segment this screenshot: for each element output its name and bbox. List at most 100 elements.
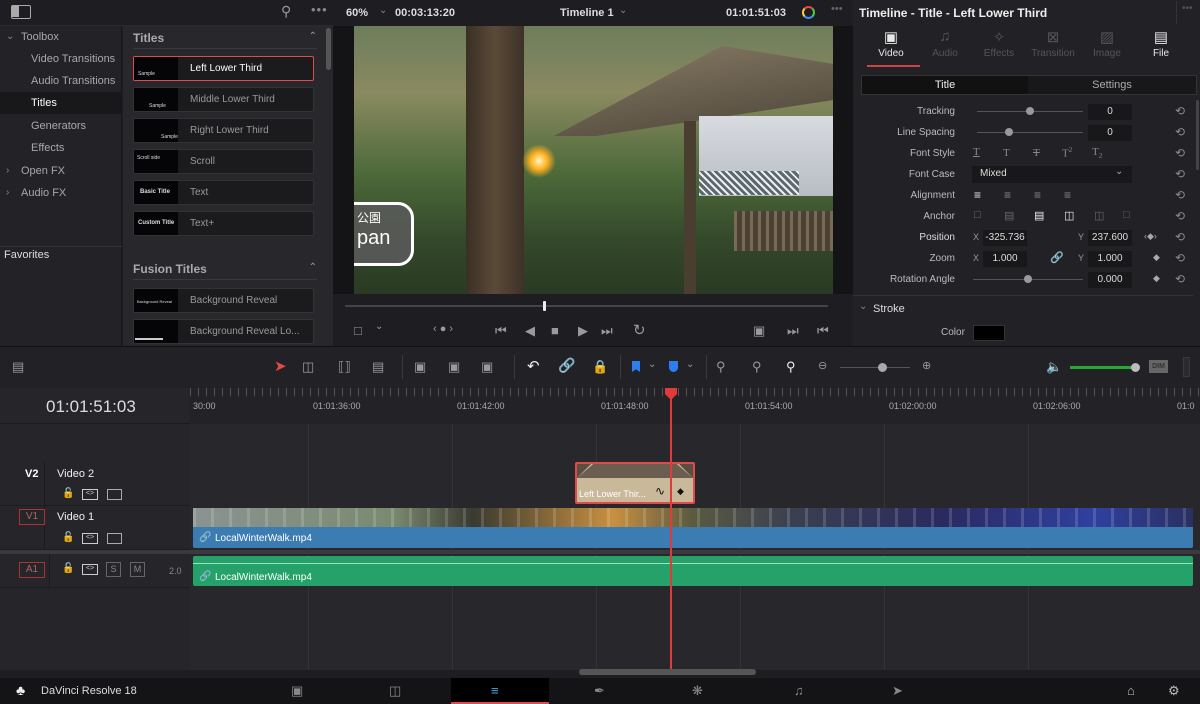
chevron-down-icon[interactable]: ⌄ — [859, 301, 867, 312]
deliver-page-icon[interactable]: ➤ — [892, 683, 903, 699]
inspector-tab-video[interactable]: ▣ Video — [865, 28, 917, 66]
track-visibility-icon[interactable] — [107, 489, 122, 500]
chevron-down-icon[interactable]: ⌄ — [619, 5, 627, 16]
auto-select-icon[interactable]: <> — [82, 564, 98, 575]
inspector-tab-effects[interactable]: ✧ Effects — [973, 28, 1025, 66]
panel-toggle-icon[interactable] — [11, 5, 31, 19]
keyframe-nav-icon[interactable]: ‹◆› — [1144, 231, 1157, 242]
keyframe-icon[interactable]: ◆ — [1153, 273, 1160, 284]
zoom-out-icon[interactable]: ⊖ — [818, 359, 827, 372]
linked-selection-icon[interactable]: 🔗 — [558, 357, 575, 374]
cut-page-icon[interactable]: ◫ — [389, 683, 401, 699]
color-wheel-icon[interactable] — [802, 6, 815, 19]
title-item-left-lower-third[interactable]: Sample Left Lower Third — [133, 56, 314, 81]
auto-select-icon[interactable]: <> — [82, 533, 98, 544]
title-item-right-lower-third[interactable]: Sample Right Lower Third — [133, 118, 314, 143]
play-icon[interactable]: ▶ — [578, 323, 588, 339]
collapse-icon[interactable]: ⌃ — [309, 31, 317, 42]
tracking-value[interactable]: 0 — [1088, 104, 1132, 120]
chevron-down-icon[interactable]: ⌄ — [375, 321, 383, 332]
position-y-field[interactable]: 237.600 — [1088, 230, 1132, 246]
reset-icon[interactable]: ⟲ — [1175, 269, 1185, 290]
track-name-v2[interactable]: Video 2 — [57, 468, 94, 480]
playhead-line[interactable] — [670, 398, 672, 670]
title-item-text-plus[interactable]: Custom Title Text+ — [133, 211, 314, 236]
timeline-ruler[interactable]: 30:00 01:01:36:00 01:01:42:00 01:01:48:0… — [190, 388, 1200, 424]
stroke-heading[interactable]: Stroke — [873, 303, 905, 315]
reset-icon[interactable]: ⟲ — [1175, 185, 1185, 206]
more-options-icon[interactable]: ••• — [311, 2, 328, 17]
subtab-settings[interactable]: Settings — [1028, 76, 1196, 94]
fairlight-page-icon[interactable]: ♫ — [794, 683, 804, 698]
reset-icon[interactable]: ⟲ — [1175, 143, 1185, 164]
more-options-icon[interactable]: ••• — [831, 3, 843, 15]
chevron-down-icon[interactable]: ⌄ — [648, 359, 656, 370]
overwrite-clip-icon[interactable]: ▣ — [448, 359, 460, 375]
anchor-middle-icon[interactable]: ▤ — [1004, 209, 1014, 222]
tracking-slider-knob[interactable] — [1026, 107, 1034, 115]
align-right-icon[interactable]: ≡ — [1034, 188, 1041, 202]
curve-icon[interactable]: ∿ — [655, 484, 665, 498]
title-item-scroll[interactable]: Scroll side Scroll — [133, 149, 314, 174]
snapping-icon[interactable]: ↶ — [527, 357, 540, 375]
marker-icon[interactable] — [669, 361, 678, 372]
zoom-y-field[interactable]: 1.000 — [1088, 251, 1132, 267]
rotation-slider-knob[interactable] — [1024, 275, 1032, 283]
inspector-scrollbar[interactable] — [1196, 100, 1199, 170]
tree-item-generators[interactable]: Generators — [0, 115, 122, 137]
title-item-text[interactable]: Basic Title Text — [133, 180, 314, 205]
keyframe-icon[interactable]: ◆ — [1153, 252, 1160, 263]
trim-tool-icon[interactable]: ◫ — [302, 359, 314, 375]
fusion-title-background-reveal-lower[interactable]: Background Reveal Lo... — [133, 319, 314, 344]
position-x-field[interactable]: -325.736 — [983, 230, 1027, 246]
rotation-value[interactable]: 0.000 — [1088, 272, 1132, 288]
blade-tool-icon[interactable]: ▤ — [372, 359, 384, 375]
timeline-scrollbar[interactable] — [579, 669, 756, 675]
dynamic-trim-icon[interactable]: ⟦⟧ — [338, 359, 351, 375]
prev-keyframe-icon[interactable]: ‹ ● › — [433, 323, 453, 335]
home-icon[interactable]: ⌂ — [1127, 683, 1135, 698]
line-spacing-value[interactable]: 0 — [1088, 125, 1132, 141]
titles-scrollbar[interactable] — [326, 28, 331, 70]
solo-button[interactable]: S — [106, 562, 121, 577]
align-justify-icon[interactable]: ≡ — [1064, 188, 1071, 202]
track-id-v1[interactable]: V1 — [19, 509, 45, 525]
underline-icon[interactable]: T — [973, 146, 980, 158]
inspector-tab-image[interactable]: ▨ Image — [1081, 28, 1133, 66]
auto-select-icon[interactable]: <> — [82, 489, 98, 500]
anchor-bottom-icon[interactable]: □ — [974, 209, 981, 221]
timeline-view-options-icon[interactable]: ▤ — [12, 359, 24, 375]
viewer-zoom[interactable]: 60% — [346, 7, 368, 19]
replace-clip-icon[interactable]: ▣ — [481, 359, 493, 375]
custom-zoom-icon[interactable]: ⚲ — [786, 359, 796, 375]
reset-icon[interactable]: ⟲ — [1175, 227, 1185, 248]
timeline-selector[interactable]: Timeline 1 — [560, 7, 614, 19]
loop-icon[interactable]: ↻ — [633, 321, 646, 339]
mute-button[interactable]: M — [130, 562, 145, 577]
line-spacing-slider-knob[interactable] — [1004, 128, 1013, 136]
reset-icon[interactable]: ⟲ — [1175, 101, 1185, 122]
font-case-dropdown[interactable]: Mixed ⌄ — [972, 166, 1132, 183]
collapse-icon[interactable]: ⌃ — [309, 262, 317, 273]
edit-page-tab[interactable]: ≡ — [451, 678, 549, 704]
viewer-options-icon[interactable]: □ — [354, 323, 362, 338]
track-id-a1[interactable]: A1 — [19, 562, 45, 578]
track-name-v1[interactable]: Video 1 — [57, 511, 94, 523]
fusion-title-background-reveal[interactable]: Background Reveal Background Reveal — [133, 288, 314, 313]
zoom-x-field[interactable]: 1.000 — [983, 251, 1027, 267]
tree-item-effects[interactable]: Effects — [0, 137, 122, 159]
fusion-page-icon[interactable]: ✒ — [594, 683, 605, 699]
video-clip[interactable]: 🔗 LocalWinterWalk.mp4 — [193, 508, 1193, 548]
go-to-start-icon[interactable]: ⏮ — [495, 323, 507, 339]
track-visibility-icon[interactable] — [107, 533, 122, 544]
mark-in-icon[interactable]: ⏭ — [787, 323, 799, 339]
clip-fade-handles[interactable] — [577, 464, 693, 478]
insert-clip-icon[interactable]: ▣ — [414, 359, 426, 375]
zoom-slider[interactable] — [840, 367, 910, 368]
search-icon[interactable]: ⚲ — [281, 3, 291, 20]
anchor-top-icon[interactable]: ▤ — [1034, 209, 1044, 222]
volume-slider[interactable] — [1070, 366, 1138, 369]
text-icon[interactable]: T — [1003, 147, 1010, 159]
tree-item-video-transitions[interactable]: Video Transitions — [0, 48, 122, 70]
volume-knob[interactable] — [1130, 363, 1140, 372]
